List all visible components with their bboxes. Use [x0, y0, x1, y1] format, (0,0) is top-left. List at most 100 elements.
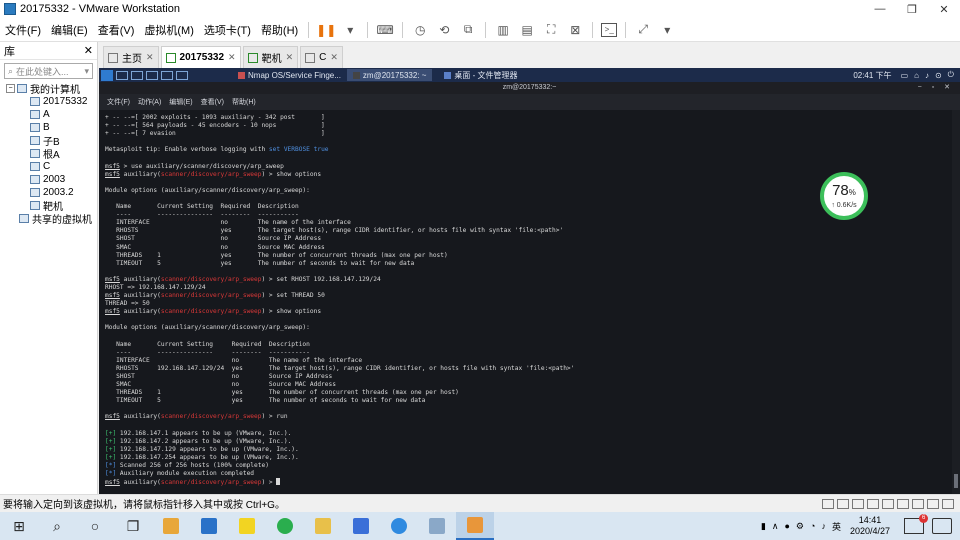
restore-button[interactable]: ❐ — [896, 0, 928, 18]
fullscreen-icon[interactable] — [942, 498, 954, 509]
minimize-button[interactable]: — — [864, 0, 896, 18]
library-close-icon[interactable]: ✕ — [84, 44, 93, 57]
show-hidden-icons[interactable]: ∧ — [769, 521, 782, 532]
app-launcher-icon[interactable] — [176, 70, 188, 80]
battery-icon[interactable]: ▮ — [758, 521, 769, 532]
tree-vm-item[interactable]: 根A — [0, 147, 97, 161]
mail-icon[interactable] — [190, 512, 228, 540]
unity-icon[interactable]: ⊠ — [566, 21, 584, 39]
thumbnail-bar-icon[interactable]: ▤ — [518, 21, 536, 39]
tab-close-icon[interactable]: ✕ — [228, 52, 236, 63]
guest-window-terminal[interactable]: zm@20175332: ~ — [346, 69, 433, 81]
message-icon[interactable] — [927, 498, 939, 509]
paint-icon[interactable] — [418, 512, 456, 540]
menu-file[interactable]: 文件(F) — [0, 22, 46, 38]
vmware-taskbar-icon[interactable] — [456, 512, 494, 540]
full-screen-icon[interactable]: ⛶ — [542, 21, 560, 39]
workspace-icon[interactable] — [131, 70, 143, 80]
terminal-menu-view[interactable]: 查看(V) — [197, 97, 228, 107]
guest-clock[interactable]: 02:41 下午 — [853, 70, 897, 81]
search-dropdown-icon[interactable]: ▾ — [84, 66, 89, 77]
dropdown-icon[interactable]: ▾ — [341, 21, 359, 39]
tab-20175332[interactable]: 20175332 ✕ — [160, 46, 241, 68]
usb-icon[interactable] — [867, 498, 879, 509]
cd-rom-icon[interactable] — [837, 498, 849, 509]
edge-icon[interactable] — [380, 512, 418, 540]
tree-vm-item[interactable]: 20175332 — [0, 95, 97, 108]
lock-icon[interactable]: ⊙ — [932, 71, 945, 80]
cortana-icon[interactable]: ○ — [76, 512, 114, 540]
system-clock[interactable]: 14:41 2020/4/27 — [844, 515, 896, 537]
tree-shared-vms[interactable]: 共享的虚拟机 — [0, 212, 97, 226]
terminal-scrollbar[interactable] — [952, 110, 960, 494]
tab-target[interactable]: 靶机 ✕ — [242, 46, 299, 68]
search-icon[interactable]: ⌕ — [38, 512, 76, 540]
workspace-icon[interactable] — [116, 70, 128, 80]
stretch-icon[interactable]: ⤢ — [634, 21, 652, 39]
browser-launcher-icon[interactable] — [161, 70, 173, 80]
menu-view[interactable]: 查看(V) — [93, 22, 140, 38]
collapse-icon[interactable]: − — [6, 84, 15, 93]
tab-home[interactable]: 主页 ✕ — [103, 46, 159, 68]
action-center-icon[interactable] — [932, 518, 952, 534]
tree-vm-item[interactable]: 2003 — [0, 173, 97, 186]
terminal-output[interactable]: + -- --=[ 2002 exploits - 1093 auxiliary… — [99, 110, 952, 494]
menu-edit[interactable]: 编辑(E) — [46, 22, 93, 38]
tab-close-icon[interactable]: ✕ — [330, 52, 338, 63]
sound-icon[interactable] — [882, 498, 894, 509]
settings-tray-icon[interactable]: ⚙ — [793, 521, 807, 532]
display-icon[interactable] — [912, 498, 924, 509]
menu-vm[interactable]: 虚拟机(M) — [139, 22, 199, 38]
file-explorer-icon[interactable] — [304, 512, 342, 540]
network-adapter-icon[interactable] — [852, 498, 864, 509]
volume-icon[interactable]: ♪ — [818, 521, 829, 531]
terminal-menu-edit[interactable]: 编辑(E) — [165, 97, 196, 107]
wechat-icon[interactable] — [266, 512, 304, 540]
scrollbar-thumb[interactable] — [954, 474, 958, 488]
terminal-menu-help[interactable]: 帮助(H) — [228, 97, 260, 107]
console-icon[interactable]: >_ — [601, 22, 618, 37]
display-icon[interactable]: ▭ — [898, 71, 912, 80]
menu-help[interactable]: 帮助(H) — [256, 22, 303, 38]
terminal-window-controls[interactable]: − ▫ ✕ — [918, 82, 954, 94]
snapshot-icon[interactable]: ◷ — [411, 21, 429, 39]
guest-display[interactable]: Nmap OS/Service Finge... zm@20175332: ~ … — [99, 68, 960, 494]
notification-center-icon[interactable]: 6 — [904, 514, 928, 534]
printer-icon[interactable] — [897, 498, 909, 509]
sticky-notes-icon[interactable] — [228, 512, 266, 540]
stretch-dropdown-icon[interactable]: ▾ — [658, 21, 676, 39]
guest-window-nmap[interactable]: Nmap OS/Service Finge... — [232, 69, 347, 81]
feishu-icon[interactable] — [342, 512, 380, 540]
store-icon[interactable] — [152, 512, 190, 540]
tree-vm-item[interactable]: A — [0, 108, 97, 121]
input-method-indicator[interactable]: 英 — [829, 520, 844, 533]
snapshot-manager-icon[interactable]: ⧉ — [459, 21, 477, 39]
tab-c[interactable]: C ✕ — [300, 46, 343, 68]
menu-tabs[interactable]: 选项卡(T) — [199, 22, 256, 38]
terminal-launcher-icon[interactable] — [146, 70, 158, 80]
library-search-input[interactable]: ⌕ 在此处键入... ▾ — [4, 63, 93, 79]
kali-menu-icon[interactable] — [101, 69, 113, 81]
tab-close-icon[interactable]: ✕ — [286, 52, 294, 63]
tree-vm-item[interactable]: C — [0, 160, 97, 173]
notification-icon[interactable]: ♪ — [922, 71, 932, 80]
pause-icon[interactable]: ❚❚ — [316, 21, 336, 39]
network-icon[interactable]: ⌂ — [911, 71, 922, 80]
tab-close-icon[interactable]: ✕ — [146, 52, 154, 63]
hard-disk-icon[interactable] — [822, 498, 834, 509]
send-keys-icon[interactable]: ⌨ — [376, 21, 394, 39]
guest-window-files[interactable]: 桌面 - 文件管理器 — [438, 69, 523, 81]
tree-root[interactable]: − 我的计算机 — [0, 82, 97, 96]
revert-snapshot-icon[interactable]: ⟲ — [435, 21, 453, 39]
terminal-menu-file[interactable]: 文件(F) — [103, 97, 134, 107]
close-button[interactable]: ✕ — [928, 0, 960, 18]
network-speed-widget[interactable]: 78% ↑ 0.6K/s — [820, 172, 868, 220]
terminal-menu-action[interactable]: 动作(A) — [134, 97, 165, 107]
show-library-icon[interactable]: ▥ — [494, 21, 512, 39]
wifi-icon[interactable]: ◔ — [807, 521, 818, 531]
task-view-icon[interactable]: ❐ — [114, 512, 152, 540]
search-placeholder: 在此处键入... — [16, 66, 69, 77]
power-icon[interactable]: ⏻ — [945, 70, 960, 80]
wechat-tray-icon[interactable]: ● — [781, 521, 792, 531]
start-button-icon[interactable]: ⊞ — [0, 512, 38, 540]
